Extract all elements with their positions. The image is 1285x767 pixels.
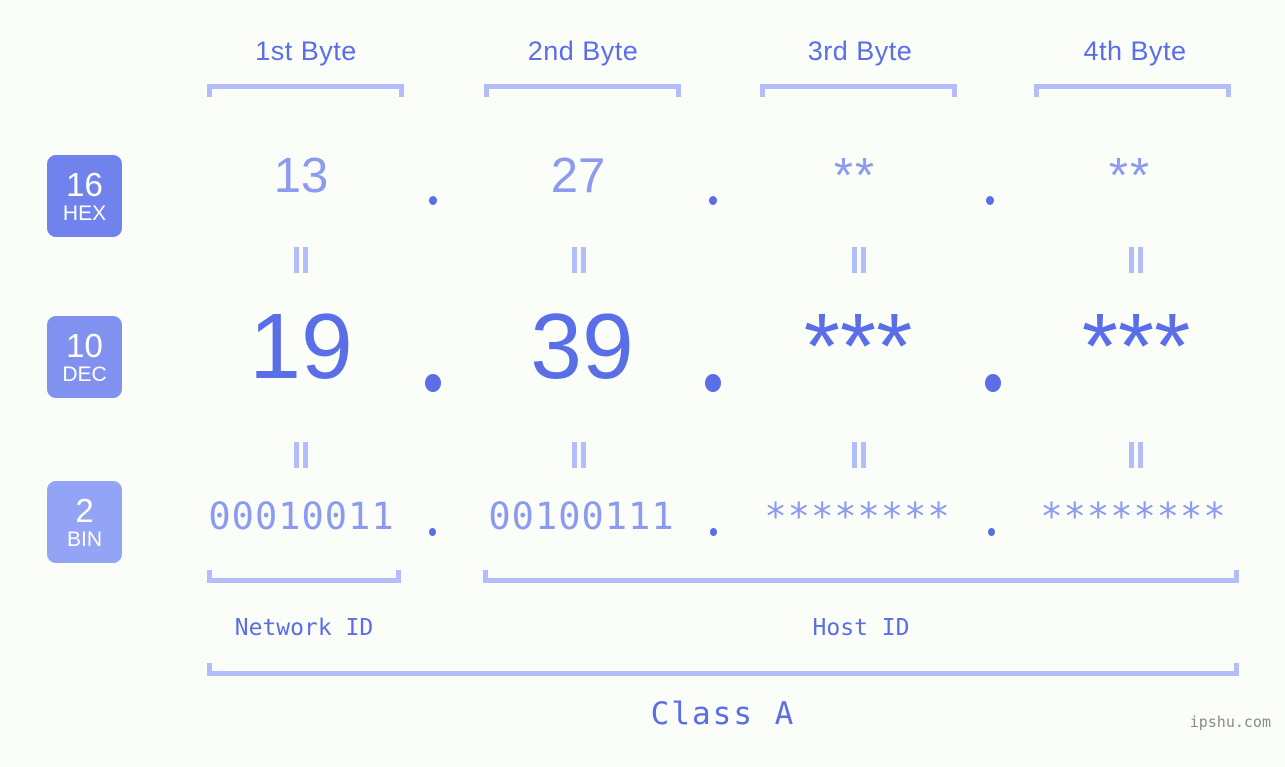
byte-header-3: 3rd Byte [807, 36, 913, 66]
ip-address-breakdown-diagram: 1st Byte 2nd Byte 3rd Byte 4th Byte 16 H… [0, 0, 1285, 767]
bin-separator-dot-1 [429, 528, 436, 536]
bin-separator-dot-2 [710, 528, 717, 536]
equals-mark-hex-dec-4 [1128, 247, 1144, 273]
bin-byte-4: ******** [1040, 495, 1227, 538]
bin-byte-1: 00010011 [208, 495, 395, 538]
dec-byte-3: *** [803, 294, 913, 398]
equals-mark-hex-dec-2 [571, 247, 587, 273]
class-label: Class A [650, 696, 796, 732]
base-badge-dec-radix: 10 [66, 327, 103, 364]
equals-mark-dec-bin-3 [851, 442, 867, 468]
dec-separator-dot-3 [985, 374, 1001, 392]
byte-bracket-1 [207, 84, 404, 97]
base-badge-bin-radix: 2 [75, 492, 94, 529]
hex-byte-4: ** [1108, 149, 1152, 203]
equals-mark-dec-bin-1 [293, 442, 309, 468]
bin-byte-3: ******** [764, 495, 951, 538]
byte-bracket-3 [760, 84, 957, 97]
hex-separator-dot-3 [986, 196, 994, 205]
site-watermark: ipshu.com [1189, 713, 1271, 731]
dec-separator-dot-1 [425, 374, 441, 392]
network-id-bracket [207, 570, 401, 583]
base-badge-hex: 16 HEX [47, 155, 122, 237]
bin-separator-dot-3 [988, 528, 995, 536]
base-badge-dec: 10 DEC [47, 316, 122, 398]
class-bracket [207, 663, 1239, 676]
hex-byte-3: ** [833, 149, 877, 203]
base-badge-dec-name: DEC [62, 363, 107, 386]
byte-header-1: 1st Byte [255, 36, 357, 66]
network-id-label: Network ID [234, 615, 374, 641]
hex-byte-2: 27 [550, 149, 606, 203]
equals-mark-hex-dec-1 [293, 247, 309, 273]
dec-byte-1: 19 [249, 294, 353, 398]
hex-byte-1: 13 [273, 149, 329, 203]
bin-byte-2: 00100111 [488, 495, 675, 538]
host-id-label: Host ID [812, 615, 910, 641]
base-badge-hex-radix: 16 [66, 166, 103, 203]
dec-separator-dot-2 [705, 374, 721, 392]
base-badge-bin-name: BIN [66, 528, 102, 551]
byte-bracket-4 [1034, 84, 1231, 97]
equals-mark-dec-bin-4 [1128, 442, 1144, 468]
dec-byte-4: *** [1081, 294, 1191, 398]
hex-separator-dot-2 [709, 196, 717, 205]
byte-header-4: 4th Byte [1083, 36, 1187, 66]
hex-separator-dot-1 [429, 196, 437, 205]
host-id-bracket [483, 570, 1239, 583]
byte-bracket-2 [484, 84, 681, 97]
base-badge-hex-name: HEX [62, 202, 107, 225]
byte-header-2: 2nd Byte [527, 36, 639, 66]
equals-mark-hex-dec-3 [851, 247, 867, 273]
dec-byte-2: 39 [530, 294, 634, 398]
base-badge-bin: 2 BIN [47, 481, 122, 563]
equals-mark-dec-bin-2 [571, 442, 587, 468]
